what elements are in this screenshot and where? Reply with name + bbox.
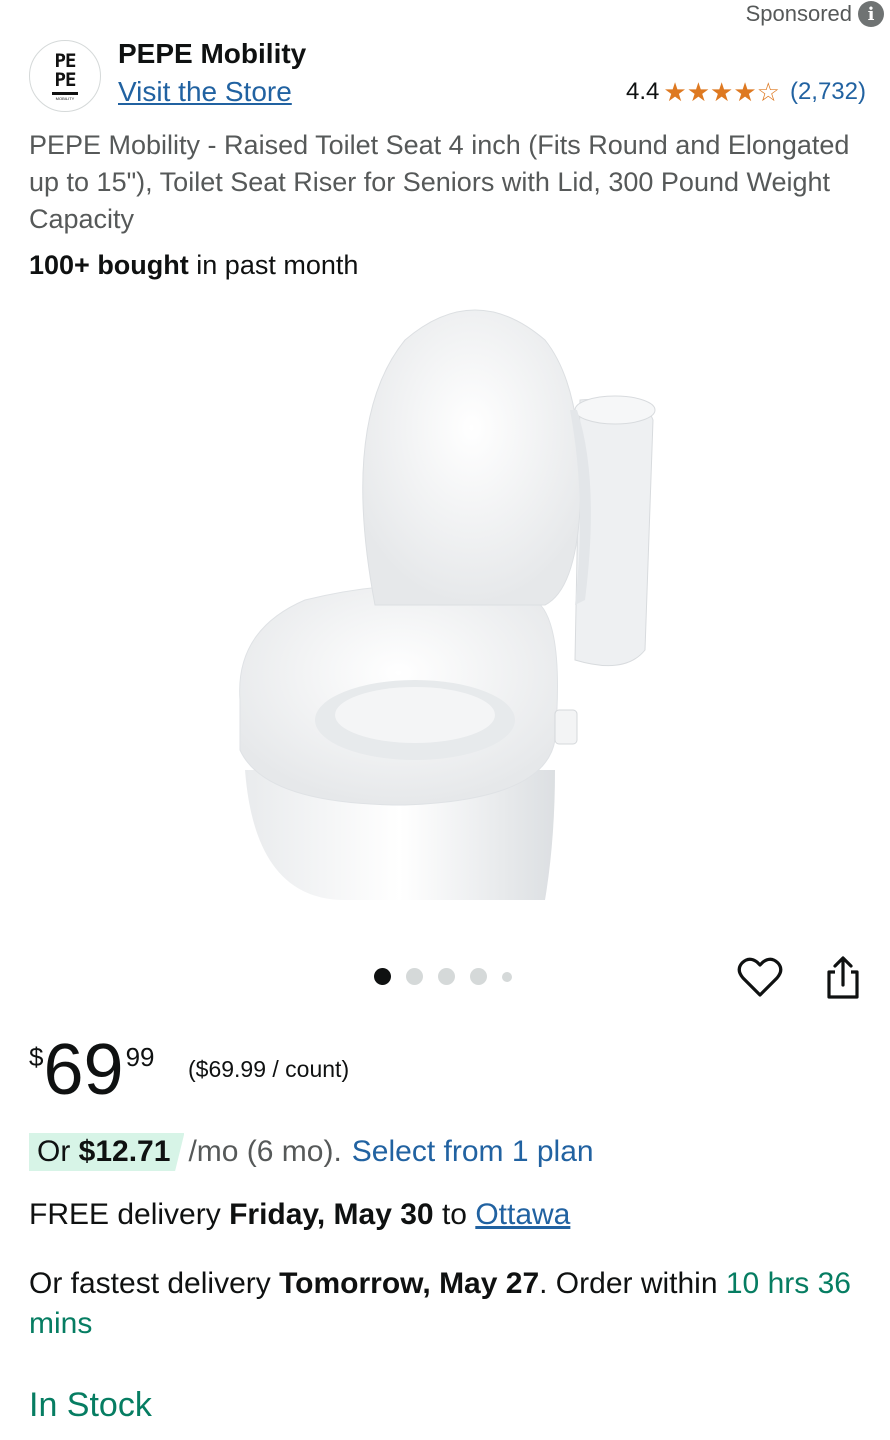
logo-text-top: PE (54, 49, 77, 72)
star-full-icon: ★ (686, 77, 711, 107)
free-delivery-prefix: FREE delivery (29, 1198, 230, 1231)
rating-count-link[interactable]: (2,732) (790, 78, 866, 106)
star-rating: ★ ★ ★ ★ ☆ (663, 79, 780, 105)
brand-logo[interactable]: PE PE MOBILITY (29, 40, 101, 112)
fastest-delivery-prefix: Or fastest delivery (29, 1267, 280, 1300)
star-full-icon: ★ (663, 77, 687, 107)
fastest-delivery-info: Or fastest delivery Tomorrow, May 27. Or… (29, 1264, 859, 1344)
rating-summary[interactable]: 4.4 ★ ★ ★ ★ ☆ (2,732) (626, 78, 866, 106)
stock-status: In Stock (29, 1386, 152, 1424)
bought-in-past-month: 100+ bought in past month (29, 250, 358, 281)
logo-small-text: MOBILITY (55, 95, 75, 101)
order-within-text: . Order within (539, 1267, 726, 1300)
star-full-icon: ★ (710, 77, 734, 107)
heart-icon[interactable] (737, 955, 783, 999)
free-delivery-to: to (433, 1198, 476, 1231)
free-delivery-info: FREE delivery Friday, May 30 to Ottawa (29, 1198, 570, 1232)
installment-amount: $12.71 (78, 1135, 171, 1168)
bought-suffix: in past month (188, 250, 359, 280)
image-carousel-dots[interactable] (374, 968, 512, 985)
installment-badge: Or $12.71 (29, 1133, 185, 1171)
rating-value: 4.4 (626, 78, 660, 105)
select-plan-link[interactable]: Select from 1 plan (352, 1135, 594, 1169)
unit-price: ($69.99 / count) (188, 1056, 350, 1082)
carousel-dot[interactable] (470, 968, 487, 985)
sponsored-label[interactable]: Sponsored i (746, 0, 884, 28)
brand-name: PEPE Mobility (118, 38, 307, 69)
logo-bar (52, 91, 78, 95)
price: $ 69 99 (29, 1030, 154, 1110)
carousel-dot[interactable] (502, 971, 512, 982)
product-title[interactable]: PEPE Mobility - Raised Toilet Seat 4 inc… (29, 127, 869, 238)
star-empty-icon: ☆ (756, 77, 780, 107)
info-icon[interactable]: i (858, 1, 884, 27)
free-delivery-date: Friday, May 30 (229, 1198, 434, 1231)
sponsored-text: Sponsored (745, 1, 852, 26)
price-fraction: 99 (125, 1042, 155, 1072)
visit-store-link[interactable]: Visit the Store (118, 76, 292, 108)
installment-term: /mo (6 mo). (188, 1135, 342, 1168)
carousel-dot[interactable] (374, 968, 391, 985)
price-currency-symbol: $ (29, 1042, 44, 1072)
share-icon[interactable] (822, 955, 864, 1001)
fastest-delivery-date: Tomorrow, May 27 (279, 1267, 540, 1300)
delivery-location-link[interactable]: Ottawa (475, 1198, 570, 1231)
installment-prefix: Or (37, 1135, 79, 1168)
carousel-dot[interactable] (406, 968, 423, 985)
product-image[interactable] (225, 300, 665, 900)
bought-count: 100+ bought (29, 250, 189, 280)
carousel-dot[interactable] (438, 968, 455, 985)
installment-offer: Or $12.71 /mo (6 mo). Select from 1 plan (29, 1133, 594, 1171)
logo-text-bottom: PE (54, 68, 77, 91)
star-full-icon: ★ (733, 77, 757, 107)
price-whole: 69 (43, 1030, 124, 1110)
